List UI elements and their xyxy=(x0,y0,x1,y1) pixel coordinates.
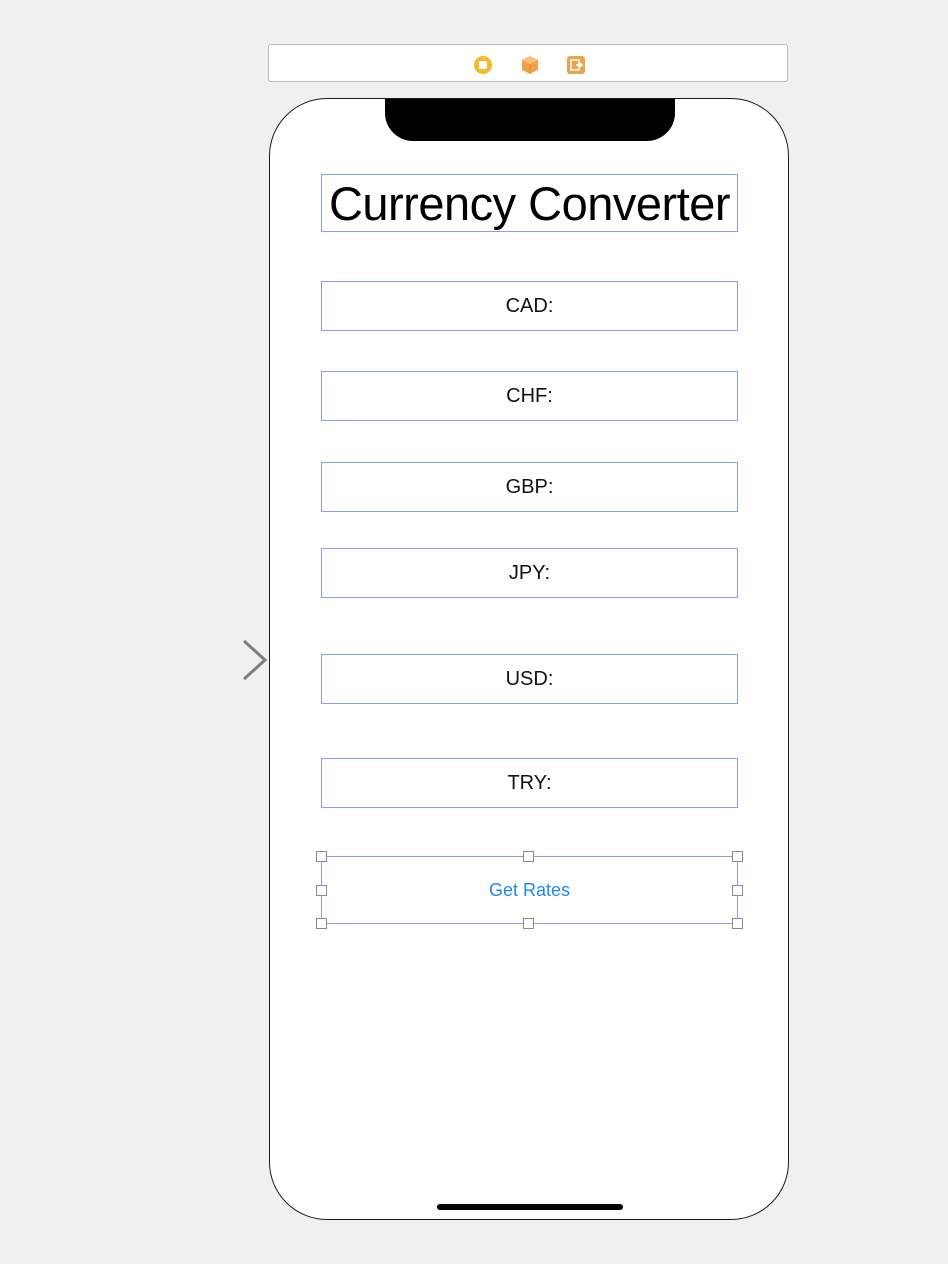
first-responder-icon[interactable] xyxy=(520,55,540,75)
jpy-label[interactable]: JPY: xyxy=(321,548,738,598)
usd-label[interactable]: USD: xyxy=(321,654,738,704)
resize-handle-right[interactable] xyxy=(732,885,743,896)
device-notch xyxy=(385,99,675,141)
resize-handle-bottom-left[interactable] xyxy=(316,918,327,929)
iphone-scene[interactable]: Currency Converter CAD: CHF: GBP: JPY: U… xyxy=(269,98,789,1220)
resize-handle-left[interactable] xyxy=(316,885,327,896)
resize-handle-top[interactable] xyxy=(523,851,534,862)
home-indicator xyxy=(437,1204,623,1210)
gbp-label[interactable]: GBP: xyxy=(321,462,738,512)
try-label[interactable]: TRY: xyxy=(321,758,738,808)
resize-handle-top-left[interactable] xyxy=(316,851,327,862)
chf-label[interactable]: CHF: xyxy=(321,371,738,421)
storyboard-canvas: Currency Converter CAD: CHF: GBP: JPY: U… xyxy=(0,0,948,1264)
resize-handle-bottom-right[interactable] xyxy=(732,918,743,929)
scene-dock xyxy=(268,44,788,82)
resize-handle-bottom[interactable] xyxy=(523,918,534,929)
cad-label[interactable]: CAD: xyxy=(321,281,738,331)
get-rates-button[interactable]: Get Rates xyxy=(321,856,738,924)
resize-handle-top-right[interactable] xyxy=(732,851,743,862)
exit-icon[interactable] xyxy=(566,55,586,75)
initial-scene-arrow-icon[interactable] xyxy=(142,638,270,684)
view-controller-icon[interactable] xyxy=(473,55,493,75)
title-label[interactable]: Currency Converter xyxy=(321,174,738,232)
